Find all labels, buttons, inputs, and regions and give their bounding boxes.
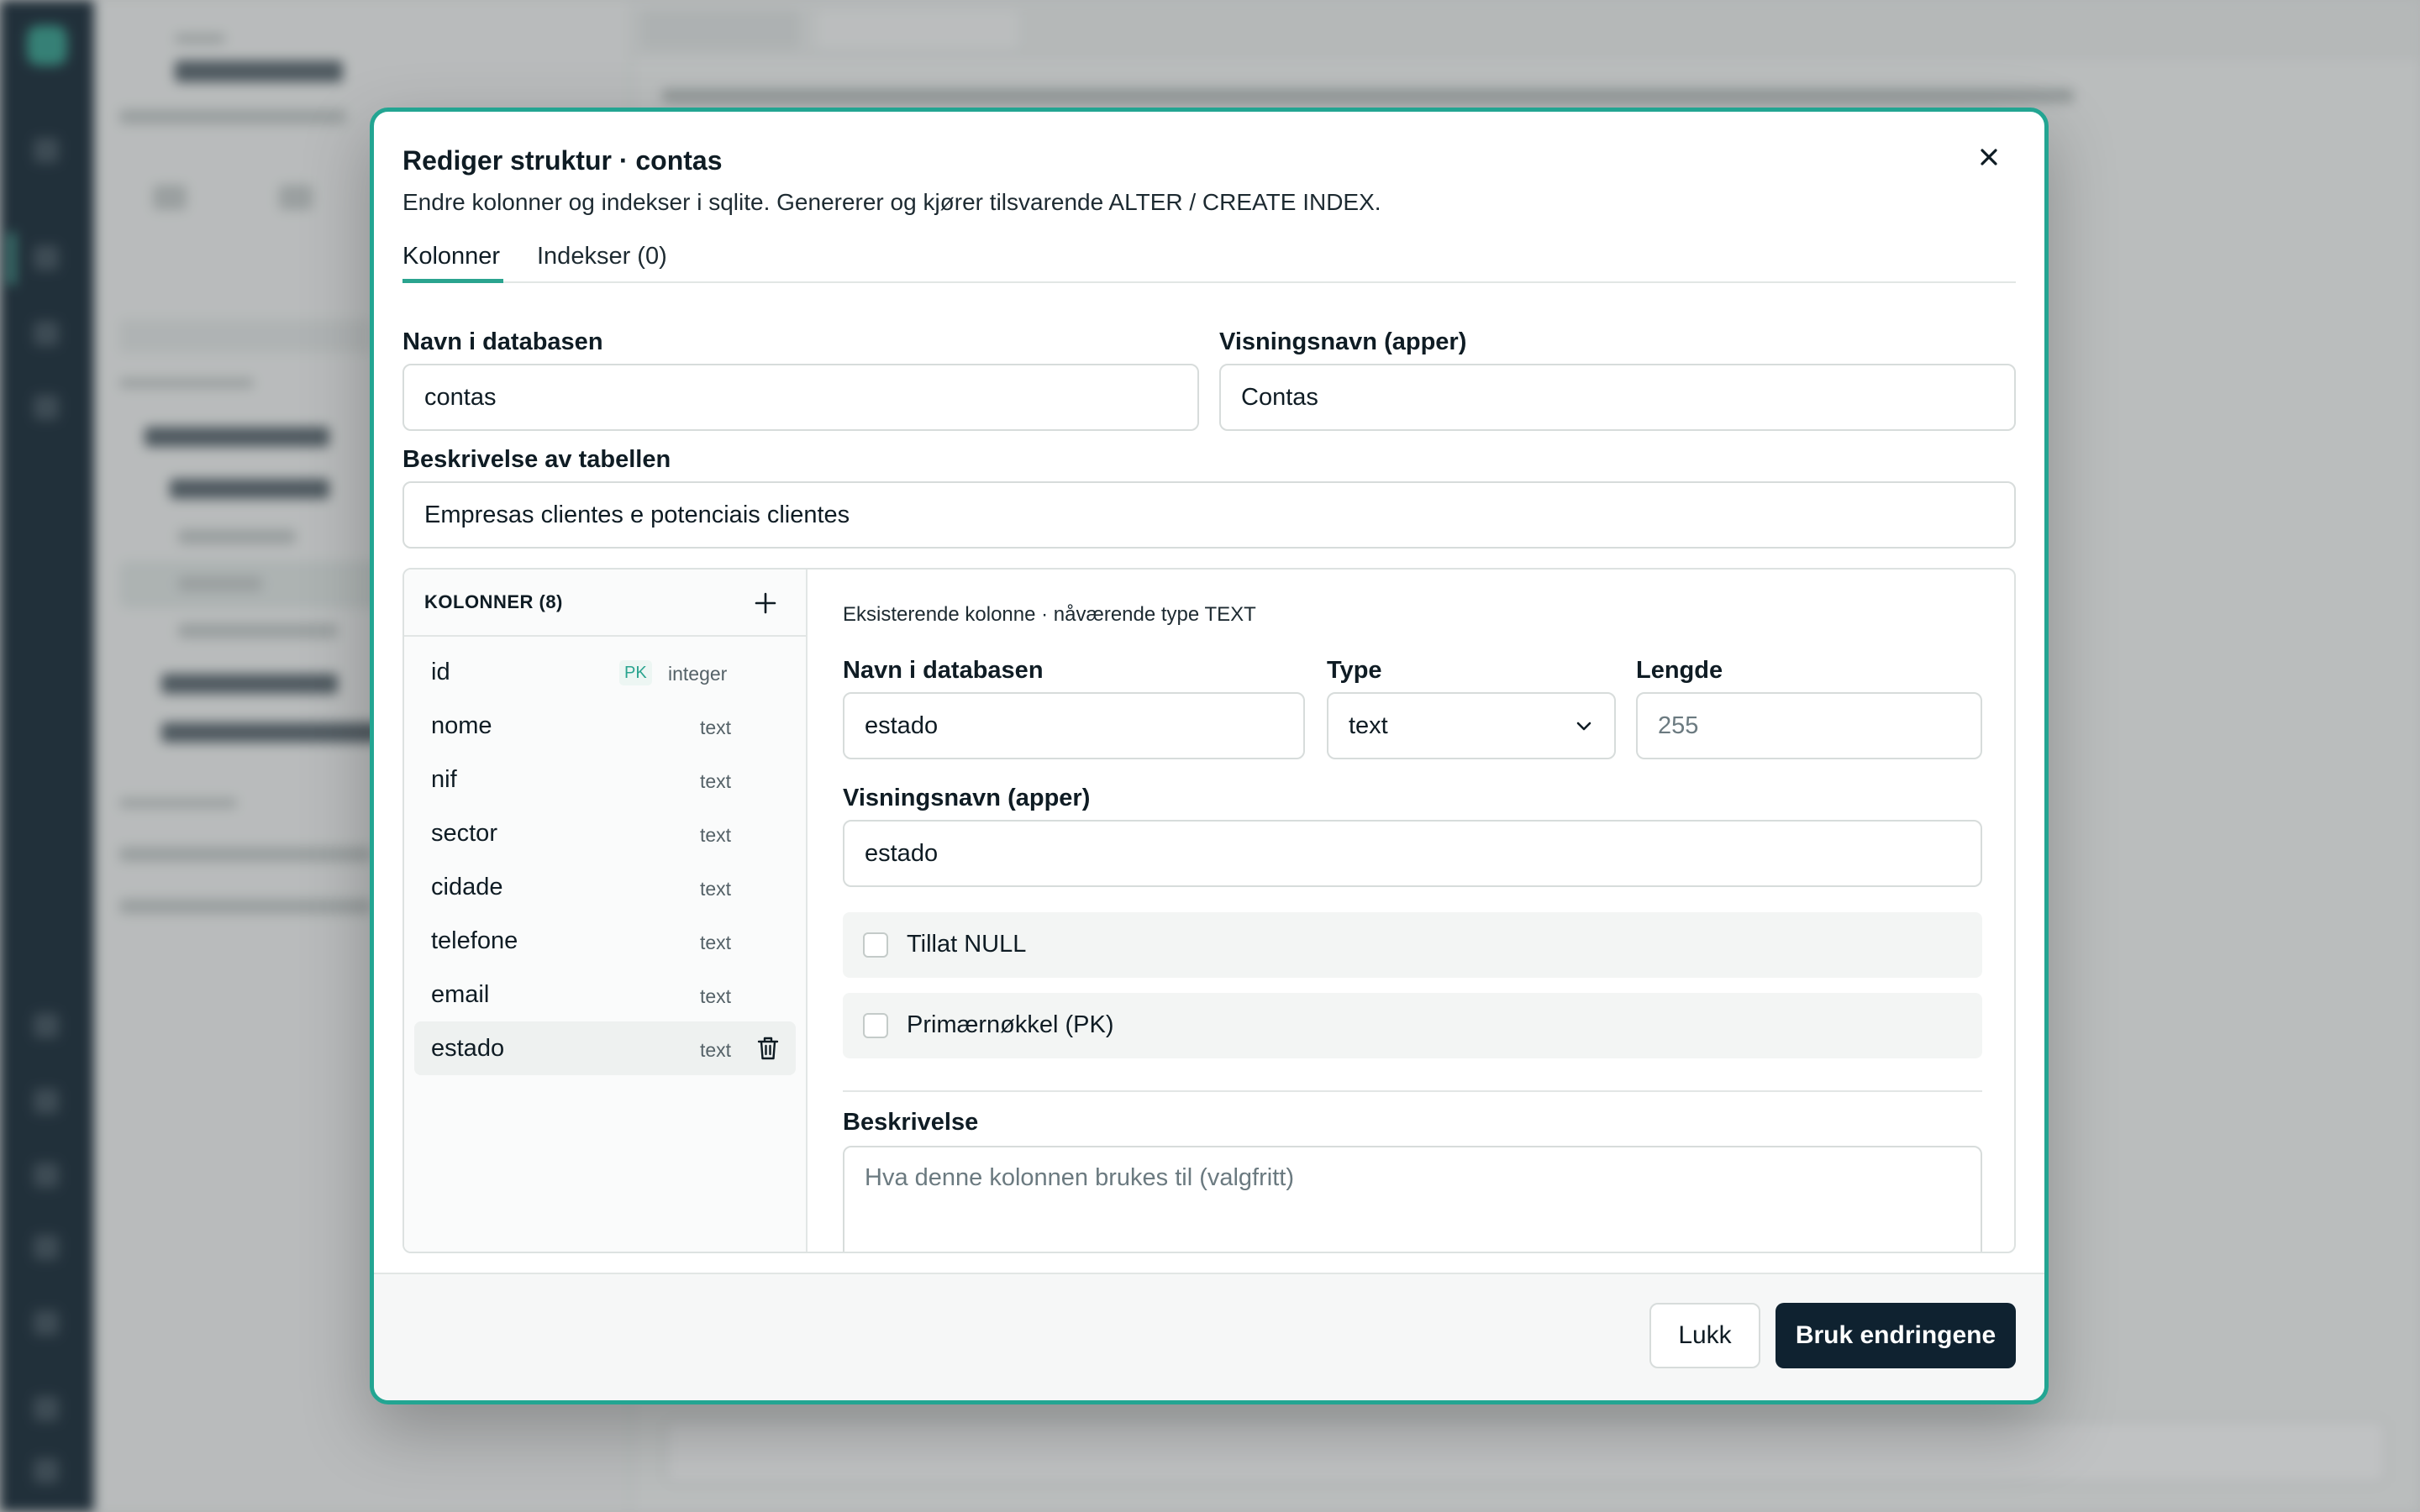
- tab-indekser[interactable]: Indekser (0): [537, 234, 705, 283]
- column-row-id[interactable]: id PK integer: [414, 645, 796, 699]
- close-icon: [1981, 149, 1997, 165]
- column-type: text: [700, 717, 732, 738]
- column-type: text: [700, 824, 732, 846]
- trash-icon: [757, 1037, 779, 1060]
- column-name: estado: [431, 1035, 505, 1062]
- allow-null-toggle[interactable]: Tillat NULL: [843, 912, 1982, 978]
- column-row-cidade[interactable]: cidade text: [414, 860, 796, 914]
- column-row-telefone[interactable]: telefone text: [414, 914, 796, 968]
- plus-icon: [755, 592, 776, 614]
- pk-badge: PK: [619, 660, 652, 685]
- column-length-label: Lengde: [1636, 657, 1723, 684]
- column-type: text: [700, 1039, 732, 1061]
- column-row-estado[interactable]: estado text: [414, 1021, 796, 1075]
- column-db-name-label: Navn i databasen: [843, 657, 1044, 684]
- column-type-value: text: [1349, 711, 1388, 739]
- column-description-label: Beskrivelse: [843, 1109, 979, 1136]
- close-dialog-button[interactable]: Lukk: [1649, 1303, 1760, 1368]
- column-type: text: [700, 770, 732, 792]
- column-type: integer: [668, 663, 728, 685]
- column-existing-note: Eksisterende kolonne · nåværende type TE…: [843, 603, 1256, 626]
- column-type-label: Type: [1327, 657, 1382, 684]
- column-row-email[interactable]: email text: [414, 968, 796, 1021]
- column-type: text: [700, 878, 732, 900]
- column-display-name-input[interactable]: estado: [843, 820, 1982, 887]
- column-name: email: [431, 981, 490, 1008]
- columns-editor: KOLONNER (8) id PK integer nome text nif…: [402, 568, 2016, 1253]
- dialog-title: Rediger struktur · contas: [402, 145, 723, 176]
- column-name: nome: [431, 712, 492, 739]
- column-row-nome[interactable]: nome text: [414, 699, 796, 753]
- column-display-name-label: Visningsnavn (apper): [843, 785, 1091, 811]
- dialog-tabs: Kolonner Indekser (0): [402, 234, 2016, 283]
- column-detail: Eksisterende kolonne · nåværende type TE…: [808, 570, 2014, 1252]
- column-type: text: [700, 932, 732, 953]
- column-row-sector[interactable]: sector text: [414, 806, 796, 860]
- table-display-name-label: Visningsnavn (apper): [1219, 328, 1467, 355]
- primary-key-toggle[interactable]: Primærnøkkel (PK): [843, 993, 1982, 1058]
- column-name: sector: [431, 820, 497, 847]
- apply-changes-button[interactable]: Bruk endringene: [1776, 1303, 2016, 1368]
- section-divider: [843, 1090, 1982, 1092]
- column-description-textarea[interactable]: Hva denne kolonnen brukes til (valgfritt…: [843, 1146, 1982, 1252]
- primary-key-label: Primærnøkkel (PK): [907, 1011, 1114, 1038]
- dialog-footer: Lukk Bruk endringene: [374, 1273, 2044, 1400]
- column-list-title: KOLONNER (8): [424, 591, 563, 612]
- column-length-input[interactable]: 255: [1636, 692, 1982, 759]
- primary-key-checkbox[interactable]: [863, 1013, 888, 1038]
- table-db-name-input[interactable]: contas: [402, 364, 1199, 431]
- tab-kolonner[interactable]: Kolonner: [402, 234, 503, 283]
- column-name: telefone: [431, 927, 518, 954]
- table-db-name-label: Navn i databasen: [402, 328, 603, 355]
- dialog-subtitle: Endre kolonner og indekser i sqlite. Gen…: [402, 189, 1381, 215]
- delete-column-button[interactable]: [755, 1035, 781, 1062]
- allow-null-checkbox[interactable]: [863, 932, 888, 958]
- edit-structure-dialog: Rediger struktur · contas Endre kolonner…: [370, 108, 2049, 1404]
- table-description-input[interactable]: Empresas clientes e potenciais clientes: [402, 481, 2016, 549]
- column-name: id: [431, 659, 450, 685]
- chevron-down-icon: [1576, 722, 1591, 731]
- table-description-label: Beskrivelse av tabellen: [402, 446, 671, 473]
- column-type-select[interactable]: text: [1327, 692, 1616, 759]
- column-name: nif: [431, 766, 457, 793]
- column-list: KOLONNER (8) id PK integer nome text nif…: [404, 570, 808, 1252]
- column-type: text: [700, 985, 732, 1007]
- allow-null-label: Tillat NULL: [907, 931, 1027, 958]
- column-name: cidade: [431, 874, 503, 900]
- column-db-name-input[interactable]: estado: [843, 692, 1305, 759]
- add-column-button[interactable]: [750, 588, 781, 618]
- close-button[interactable]: [1970, 139, 2007, 176]
- table-display-name-input[interactable]: Contas: [1219, 364, 2016, 431]
- column-row-nif[interactable]: nif text: [414, 753, 796, 806]
